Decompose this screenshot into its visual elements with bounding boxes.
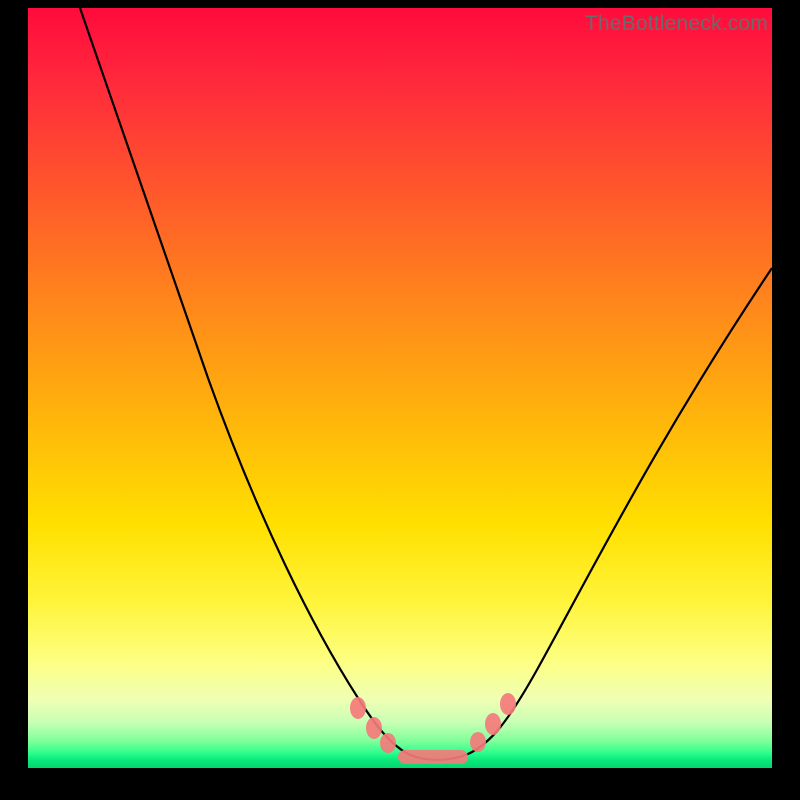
marker: [500, 693, 516, 715]
marker: [366, 717, 382, 739]
bottleneck-curve: [80, 8, 772, 760]
marker: [380, 733, 396, 753]
watermark-text: TheBottleneck.com: [585, 12, 768, 36]
highlight-markers: [350, 693, 516, 764]
marker: [350, 697, 366, 719]
marker: [485, 713, 501, 735]
chart-frame: TheBottleneck.com: [0, 0, 800, 800]
chart-svg: [28, 8, 772, 768]
marker-pill: [398, 750, 468, 764]
marker: [470, 732, 486, 752]
plot-area: [28, 8, 772, 768]
